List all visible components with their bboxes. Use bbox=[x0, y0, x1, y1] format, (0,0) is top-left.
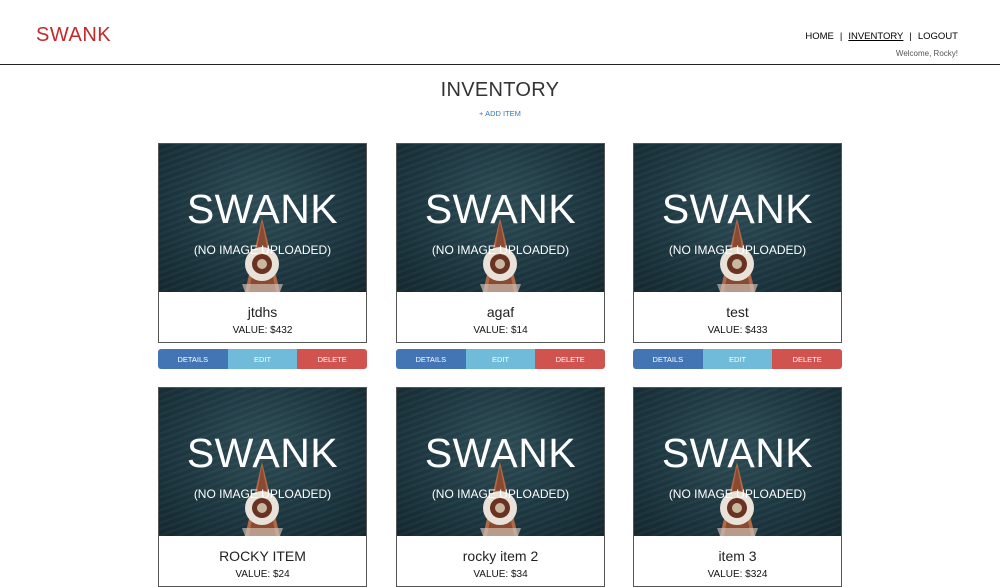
item-name: item 3 bbox=[718, 548, 757, 564]
card-body: rocky item 2 VALUE: $34 bbox=[397, 548, 604, 580]
item-value: VALUE: $24 bbox=[235, 569, 290, 580]
item-value: VALUE: $433 bbox=[707, 325, 768, 336]
placeholder-image: SWANK (NO IMAGE UPLOADED) bbox=[159, 388, 366, 536]
card-body: agaf VALUE: $14 bbox=[397, 304, 604, 336]
placeholder-brand: SWANK bbox=[424, 186, 577, 232]
card-body: ROCKY ITEM VALUE: $24 bbox=[159, 548, 366, 580]
placeholder-brand: SWANK bbox=[186, 186, 339, 232]
item-value: VALUE: $34 bbox=[473, 569, 528, 580]
card-actions: DETAILS EDIT DELETE bbox=[633, 349, 843, 369]
placeholder-image: SWANK (NO IMAGE UPLOADED) bbox=[634, 144, 841, 292]
nav-home[interactable]: HOME bbox=[805, 31, 834, 42]
placeholder-brand: SWANK bbox=[661, 430, 814, 476]
inventory-card: SWANK (NO IMAGE UPLOADED) item 3 VALUE: … bbox=[633, 387, 842, 587]
placeholder-brand: SWANK bbox=[186, 430, 339, 476]
placeholder-note: (NO IMAGE UPLOADED) bbox=[431, 243, 570, 257]
placeholder-brand: SWANK bbox=[661, 186, 814, 232]
card-body: test VALUE: $433 bbox=[634, 304, 841, 336]
details-button[interactable]: DETAILS bbox=[633, 349, 703, 369]
item-value: VALUE: $324 bbox=[707, 569, 768, 580]
placeholder-image: SWANK (NO IMAGE UPLOADED) bbox=[159, 144, 366, 292]
add-item-link[interactable]: + ADD ITEM bbox=[479, 109, 521, 118]
card-actions: DETAILS EDIT DELETE bbox=[396, 349, 606, 369]
placeholder-note: (NO IMAGE UPLOADED) bbox=[193, 243, 332, 257]
placeholder-note: (NO IMAGE UPLOADED) bbox=[193, 487, 332, 501]
card-frame: SWANK (NO IMAGE UPLOADED) test VALUE: $4… bbox=[633, 143, 842, 343]
inventory-card: SWANK (NO IMAGE UPLOADED) agaf VALUE: $1… bbox=[396, 143, 606, 369]
nav-logout[interactable]: LOGOUT bbox=[918, 31, 958, 42]
page-title: INVENTORY bbox=[440, 79, 560, 101]
logo[interactable]: SWANK bbox=[36, 24, 111, 47]
placeholder-image: SWANK (NO IMAGE UPLOADED) bbox=[397, 144, 604, 292]
edit-button[interactable]: EDIT bbox=[702, 349, 773, 369]
edit-button[interactable]: EDIT bbox=[465, 349, 536, 369]
card-frame: SWANK (NO IMAGE UPLOADED) ROCKY ITEM VAL… bbox=[158, 387, 367, 587]
inventory-card: SWANK (NO IMAGE UPLOADED) jtdhs VALUE: $… bbox=[158, 143, 368, 369]
placeholder-image: SWANK (NO IMAGE UPLOADED) bbox=[397, 388, 604, 536]
card-frame: SWANK (NO IMAGE UPLOADED) jtdhs VALUE: $… bbox=[158, 143, 367, 343]
placeholder-image: SWANK (NO IMAGE UPLOADED) bbox=[634, 388, 841, 536]
placeholder-note: (NO IMAGE UPLOADED) bbox=[431, 487, 570, 501]
card-frame: SWANK (NO IMAGE UPLOADED) rocky item 2 V… bbox=[396, 387, 605, 587]
card-frame: SWANK (NO IMAGE UPLOADED) agaf VALUE: $1… bbox=[396, 143, 605, 343]
nav-separator: | bbox=[909, 31, 912, 42]
delete-button[interactable]: DELETE bbox=[535, 349, 606, 369]
item-name: agaf bbox=[486, 304, 515, 320]
card-body: item 3 VALUE: $324 bbox=[634, 548, 841, 580]
card-frame: SWANK (NO IMAGE UPLOADED) item 3 VALUE: … bbox=[633, 387, 842, 587]
header: SWANK HOME | INVENTORY | LOGOUT Welcome,… bbox=[0, 0, 1000, 65]
details-button[interactable]: DETAILS bbox=[158, 349, 228, 369]
item-name: rocky item 2 bbox=[462, 548, 539, 564]
item-value: VALUE: $432 bbox=[232, 325, 293, 336]
item-name: test bbox=[726, 304, 749, 320]
inventory-card: SWANK (NO IMAGE UPLOADED) ROCKY ITEM VAL… bbox=[158, 387, 367, 587]
nav-separator: | bbox=[839, 31, 843, 42]
welcome-message: Welcome, Rocky! bbox=[895, 49, 958, 58]
item-value: VALUE: $14 bbox=[473, 325, 528, 336]
placeholder-note: (NO IMAGE UPLOADED) bbox=[668, 487, 807, 501]
edit-button[interactable]: EDIT bbox=[227, 349, 298, 369]
main-nav: HOME | INVENTORY | LOGOUT bbox=[805, 31, 958, 42]
delete-button[interactable]: DELETE bbox=[297, 349, 368, 369]
item-name: ROCKY ITEM bbox=[219, 548, 306, 564]
item-name: jtdhs bbox=[247, 304, 278, 320]
placeholder-brand: SWANK bbox=[424, 430, 577, 476]
add-item-container: + ADD ITEM bbox=[0, 109, 1000, 118]
card-actions: DETAILS EDIT DELETE bbox=[158, 349, 368, 369]
inventory-card: SWANK (NO IMAGE UPLOADED) test VALUE: $4… bbox=[633, 143, 843, 369]
inventory-card: SWANK (NO IMAGE UPLOADED) rocky item 2 V… bbox=[396, 387, 605, 587]
nav-inventory[interactable]: INVENTORY bbox=[848, 31, 903, 42]
details-button[interactable]: DETAILS bbox=[396, 349, 466, 369]
placeholder-note: (NO IMAGE UPLOADED) bbox=[668, 243, 807, 257]
delete-button[interactable]: DELETE bbox=[772, 349, 843, 369]
card-body: jtdhs VALUE: $432 bbox=[159, 304, 366, 336]
